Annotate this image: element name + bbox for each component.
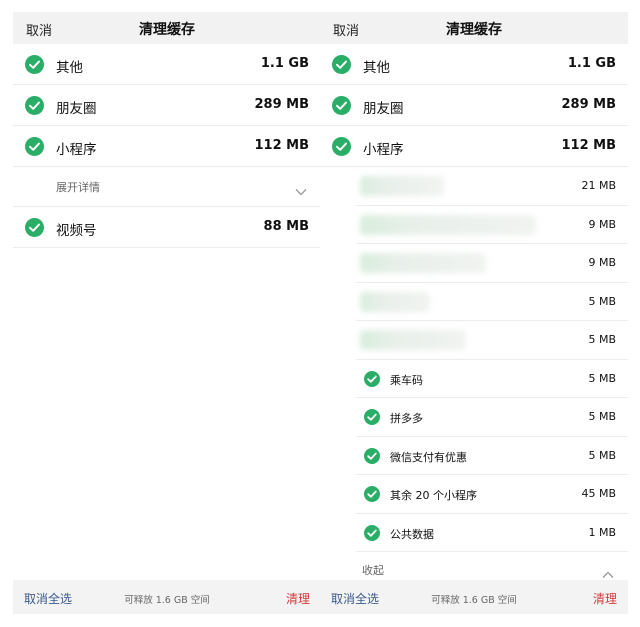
subitem-size: 9 MB: [588, 217, 616, 231]
check-icon[interactable]: [364, 370, 380, 387]
page-title: 清理缓存: [139, 22, 195, 38]
check-icon[interactable]: [25, 96, 44, 115]
cache-row-moments[interactable]: 朋友圈 289 MB: [320, 85, 628, 126]
blurred-miniprogram-item[interactable]: 21 MB: [356, 167, 628, 206]
expand-label: 展开详情: [56, 181, 100, 194]
miniprogram-item[interactable]: 微信支付有优惠 5 MB: [356, 437, 628, 475]
blurred-content: [360, 214, 536, 235]
row-size: 1.1 GB: [567, 56, 616, 71]
row-size: 112 MB: [561, 138, 616, 153]
blurred-miniprogram-item[interactable]: 5 MB: [356, 321, 628, 360]
row-size: 289 MB: [561, 97, 616, 112]
check-icon[interactable]: [332, 55, 351, 74]
row-size: 112 MB: [254, 138, 309, 153]
nav-bar: 取消 清理缓存: [320, 12, 628, 44]
page-title: 清理缓存: [446, 22, 502, 38]
row-label: 其他: [56, 60, 83, 76]
miniprogram-item[interactable]: 其余 20 个小程序 45 MB: [356, 475, 628, 514]
subitem-label: 其余 20 个小程序: [390, 489, 477, 502]
subitem-size: 5 MB: [588, 448, 616, 462]
free-space-text: 可释放 1.6 GB 空间: [124, 595, 210, 606]
subitem-size: 5 MB: [588, 371, 616, 385]
check-icon[interactable]: [332, 96, 351, 115]
row-label: 小程序: [56, 142, 97, 158]
blurred-content: [360, 176, 444, 196]
cache-row-other[interactable]: 其他 1.1 GB: [13, 44, 321, 85]
cache-row-moments[interactable]: 朋友圈 289 MB: [13, 85, 321, 126]
bottom-bar: 取消全选 可释放 1.6 GB 空间 清理: [320, 580, 628, 614]
check-icon[interactable]: [364, 524, 380, 541]
row-label: 小程序: [363, 142, 404, 158]
subitem-size: 5 MB: [588, 410, 616, 423]
blurred-miniprogram-item[interactable]: 9 MB: [356, 244, 628, 283]
blurred-miniprogram-item[interactable]: 9 MB: [356, 206, 628, 244]
blurred-content: [360, 291, 430, 312]
row-label: 视频号: [56, 223, 97, 239]
blurred-content: [360, 330, 466, 350]
subitem-label: 微信支付有优惠: [390, 450, 467, 464]
subitem-size: 45 MB: [581, 487, 616, 500]
bottom-bar: 取消全选 可释放 1.6 GB 空间 清理: [13, 580, 321, 614]
subitem-label: 拼多多: [390, 412, 423, 425]
cache-row-other[interactable]: 其他 1.1 GB: [320, 44, 628, 85]
check-icon[interactable]: [364, 447, 380, 464]
row-label: 朋友圈: [56, 101, 97, 117]
cache-row-miniprograms[interactable]: 小程序 112 MB: [13, 126, 321, 167]
cache-row-channels[interactable]: 视频号 88 MB: [13, 207, 321, 248]
check-icon[interactable]: [364, 486, 380, 502]
nav-bar: 取消 清理缓存: [13, 12, 321, 44]
chevron-down-icon: [295, 181, 307, 200]
clean-button[interactable]: 清理: [286, 590, 310, 607]
check-icon[interactable]: [25, 137, 44, 156]
miniprogram-item[interactable]: 公共数据 1 MB: [356, 514, 628, 552]
miniprogram-item[interactable]: 乘车码 5 MB: [356, 360, 628, 398]
subitem-label: 公共数据: [390, 527, 434, 541]
subitem-size: 9 MB: [588, 256, 616, 269]
row-size: 289 MB: [254, 97, 309, 112]
clean-button[interactable]: 清理: [593, 590, 617, 607]
free-space-text: 可释放 1.6 GB 空间: [431, 595, 517, 606]
check-icon[interactable]: [364, 409, 380, 425]
row-label: 其他: [363, 60, 390, 76]
row-size: 1.1 GB: [260, 56, 309, 71]
subitem-size: 21 MB: [581, 179, 616, 192]
subitem-size: 5 MB: [588, 333, 616, 346]
row-size: 88 MB: [263, 219, 309, 234]
check-icon[interactable]: [25, 55, 44, 74]
check-icon[interactable]: [332, 137, 351, 156]
subitem-label: 乘车码: [390, 373, 423, 387]
cache-row-miniprograms[interactable]: 小程序 112 MB: [320, 126, 628, 167]
cache-panel-expanded: 取消 清理缓存 其他 1.1 GB 朋友圈 289 MB 小程序 112 MB …: [320, 12, 628, 614]
blurred-miniprogram-item[interactable]: 5 MB: [356, 283, 628, 321]
collapse-label: 收起: [362, 564, 384, 577]
subitem-size: 5 MB: [588, 294, 616, 308]
cache-panel-collapsed: 取消 清理缓存 其他 1.1 GB 朋友圈 289 MB 小程序 112 MB …: [13, 12, 321, 614]
blurred-content: [360, 253, 486, 273]
check-icon[interactable]: [25, 218, 44, 237]
subitem-size: 1 MB: [588, 525, 616, 539]
row-label: 朋友圈: [363, 101, 404, 117]
miniprogram-item[interactable]: 拼多多 5 MB: [356, 398, 628, 437]
expand-details-toggle[interactable]: 展开详情: [13, 167, 321, 207]
